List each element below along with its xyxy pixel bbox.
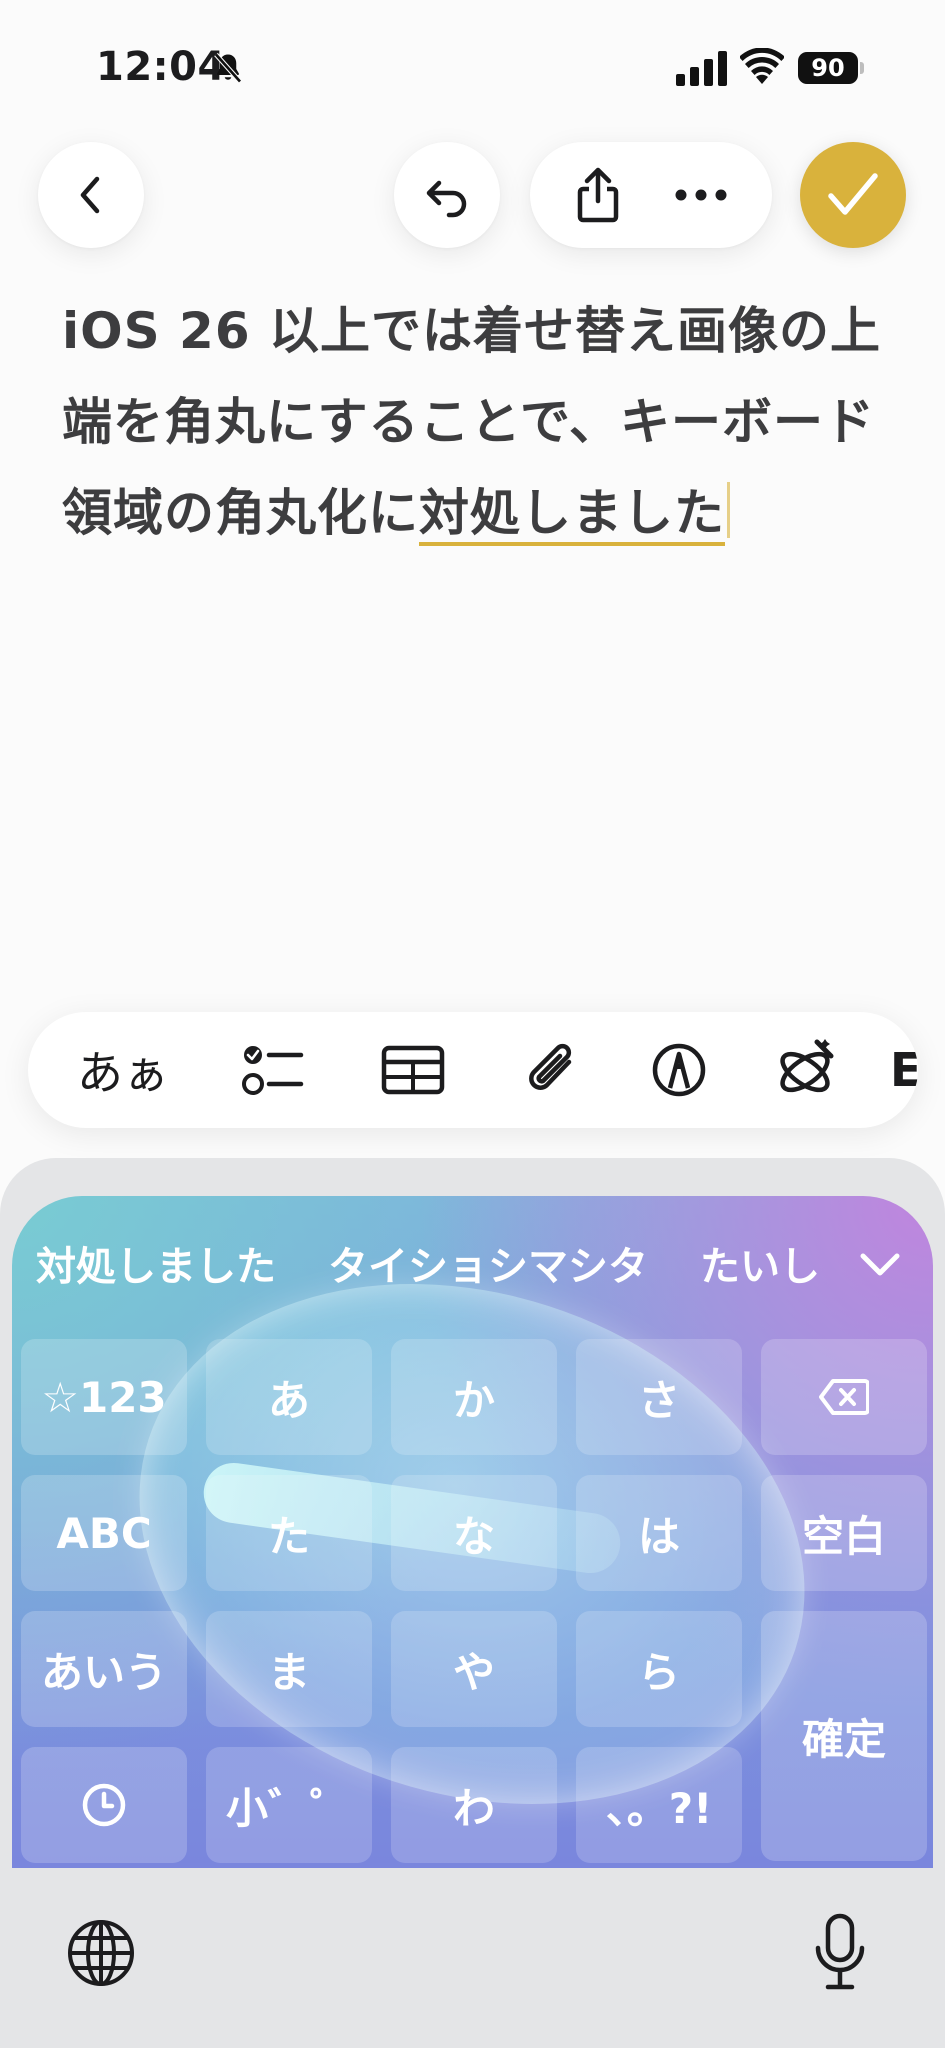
globe-icon[interactable] bbox=[66, 1918, 136, 1988]
key-ya[interactable]: や bbox=[391, 1611, 557, 1727]
markup-pen-icon bbox=[652, 1043, 706, 1097]
key-punctuation[interactable]: 、。?! bbox=[576, 1747, 742, 1863]
marked-text: 対処しました bbox=[419, 484, 725, 546]
key-ma[interactable]: ま bbox=[206, 1611, 372, 1727]
key-ra[interactable]: ら bbox=[576, 1611, 742, 1727]
backspace-key[interactable] bbox=[761, 1339, 927, 1455]
battery-indicator: 90 bbox=[798, 48, 866, 86]
key-aiu[interactable]: あいう bbox=[21, 1611, 187, 1727]
key-sa[interactable]: さ bbox=[576, 1339, 742, 1455]
key-ha[interactable]: は bbox=[576, 1475, 742, 1591]
battery-tip bbox=[860, 62, 864, 74]
undo-button[interactable] bbox=[394, 142, 500, 248]
status-time: 12:04 bbox=[96, 44, 226, 90]
candidate-2[interactable]: タイショシマシタ bbox=[328, 1234, 648, 1292]
more-icon[interactable] bbox=[673, 187, 729, 203]
more-format-icon: E bbox=[890, 1043, 918, 1097]
key-symbols[interactable]: ☆123 bbox=[21, 1339, 187, 1455]
key-na[interactable]: な bbox=[391, 1475, 557, 1591]
markup-button[interactable] bbox=[634, 1012, 724, 1128]
key-ta[interactable]: た bbox=[206, 1475, 372, 1591]
key-ka[interactable]: か bbox=[391, 1339, 557, 1455]
chevron-left-icon bbox=[80, 176, 100, 214]
back-button[interactable] bbox=[38, 142, 144, 248]
silent-bell-icon bbox=[214, 52, 242, 84]
share-more-group bbox=[530, 142, 772, 248]
keyboard-theme: 対処しました タイショシマシタ たいし ☆123 あ か さ ABC た な は… bbox=[12, 1196, 933, 1868]
text-caret bbox=[727, 482, 730, 538]
clock-icon bbox=[82, 1783, 126, 1827]
chevron-down-icon[interactable] bbox=[855, 1240, 905, 1290]
candidate-1[interactable]: 対処しました bbox=[36, 1234, 276, 1292]
done-button[interactable] bbox=[800, 142, 906, 248]
candidate-3[interactable]: たいし bbox=[700, 1234, 820, 1292]
paperclip-icon bbox=[529, 1043, 572, 1090]
attachment-button[interactable] bbox=[508, 1012, 598, 1128]
writing-tools-button[interactable] bbox=[760, 1012, 850, 1128]
more-format-button[interactable]: E bbox=[890, 1012, 918, 1128]
key-space[interactable]: 空白 bbox=[761, 1475, 927, 1591]
writing-tools-icon bbox=[780, 1039, 834, 1093]
checkmark-icon bbox=[828, 173, 878, 215]
table-icon bbox=[381, 1045, 445, 1095]
candidate-bar: 対処しました タイショシマシタ たいし bbox=[12, 1196, 933, 1330]
checklist-icon bbox=[242, 1046, 304, 1095]
key-a[interactable]: あ bbox=[206, 1339, 372, 1455]
cellular-signal-icon bbox=[676, 51, 727, 86]
key-abc[interactable]: ABC bbox=[21, 1475, 187, 1591]
undo-icon bbox=[426, 180, 467, 218]
key-wa[interactable]: わ bbox=[391, 1747, 557, 1863]
text-style-button[interactable]: あぁ bbox=[58, 1012, 188, 1128]
battery-level: 90 bbox=[798, 52, 858, 84]
table-button[interactable] bbox=[368, 1012, 458, 1128]
checklist-button[interactable] bbox=[228, 1012, 318, 1128]
share-icon[interactable] bbox=[573, 167, 623, 223]
key-confirm[interactable]: 確定 bbox=[761, 1611, 927, 1861]
notes-screen: 12:04 90 iOS 26 以上では着せ替え画像の上端を角丸にすることで、キ… bbox=[0, 0, 945, 2048]
status-bar: 12:04 90 bbox=[0, 0, 945, 140]
wifi-icon bbox=[740, 48, 784, 84]
formatting-toolbar: あぁ E bbox=[28, 1012, 918, 1128]
key-history[interactable] bbox=[21, 1747, 187, 1863]
microphone-icon[interactable] bbox=[812, 1912, 868, 1992]
delete-left-icon bbox=[819, 1379, 869, 1415]
key-small-dakuten[interactable]: 小゛゜ bbox=[206, 1747, 372, 1863]
note-body[interactable]: iOS 26 以上では着せ替え画像の上端を角丸にすることで、キーボード領域の角丸… bbox=[62, 286, 882, 559]
